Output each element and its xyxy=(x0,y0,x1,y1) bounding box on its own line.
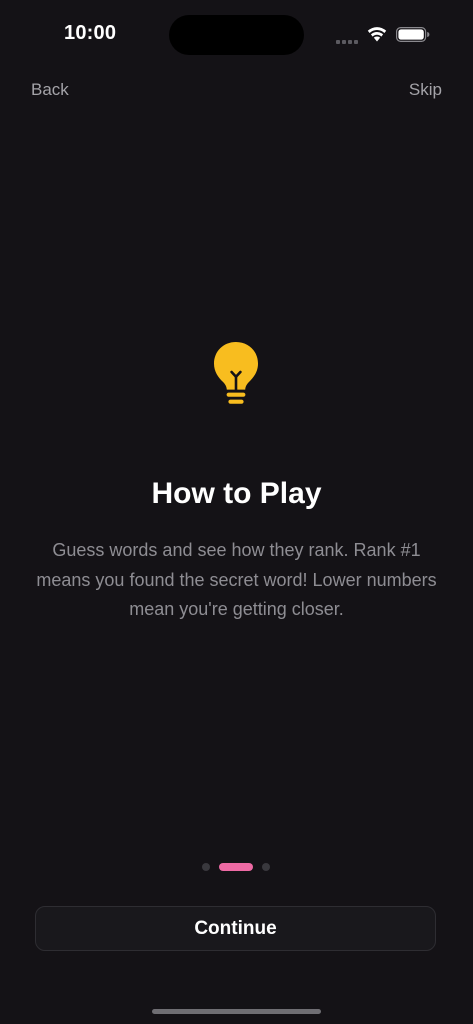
skip-button[interactable]: Skip xyxy=(409,80,442,100)
page-title: How to Play xyxy=(151,477,322,510)
dynamic-island xyxy=(169,15,304,55)
battery-icon xyxy=(396,27,430,42)
home-indicator[interactable] xyxy=(152,1009,321,1014)
lightbulb-icon xyxy=(214,342,258,404)
cellular-signal-icon xyxy=(336,38,360,44)
page-dot-3[interactable] xyxy=(262,863,270,871)
page-dot-2-active[interactable] xyxy=(219,863,253,871)
onboarding-screen: 10:00 Back Skip How to Play Guess words … xyxy=(0,0,473,1024)
back-button[interactable]: Back xyxy=(31,80,69,100)
page-indicator xyxy=(0,862,473,872)
page-description: Guess words and see how they rank. Rank … xyxy=(36,540,437,619)
page-dot-1[interactable] xyxy=(202,863,210,871)
continue-button[interactable]: Continue xyxy=(35,906,436,951)
wifi-icon xyxy=(367,27,387,42)
status-time: 10:00 xyxy=(64,22,117,44)
